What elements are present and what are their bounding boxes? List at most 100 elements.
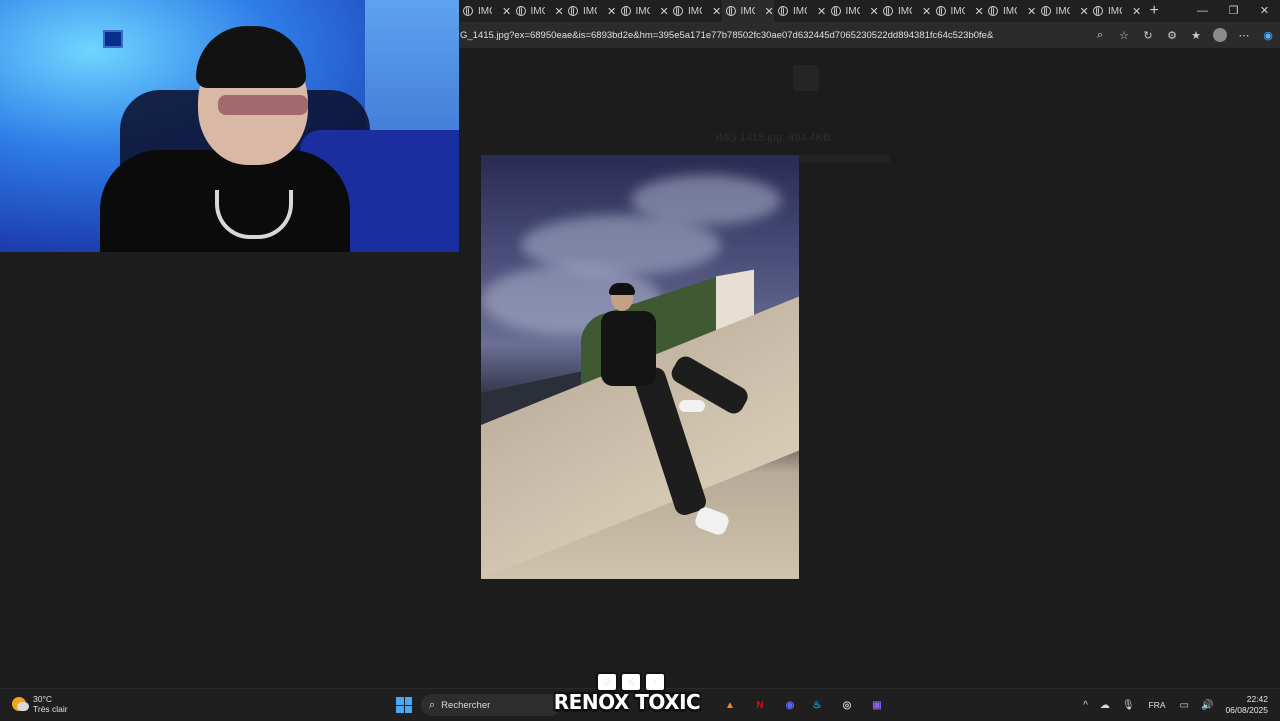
- globe-icon: [1093, 6, 1103, 16]
- app-icon[interactable]: ▣: [868, 696, 886, 714]
- clock[interactable]: 22:42 06/08/2025: [1225, 694, 1268, 716]
- more-menu-icon[interactable]: ⋯: [1232, 29, 1256, 42]
- system-tray: ^ ☁ 🎙 FRA ▭ 🔊 22:42 06/08/2025: [1077, 689, 1280, 721]
- tab-label: IMG: [583, 5, 597, 17]
- close-tab-icon[interactable]: ✕: [1027, 5, 1036, 18]
- browser-tab[interactable]: IMG ✕: [669, 0, 722, 22]
- minimize-button[interactable]: —: [1187, 0, 1218, 22]
- social-badges: ◎ K ♪: [596, 672, 666, 692]
- close-tab-icon[interactable]: ✕: [607, 5, 616, 18]
- browser-tab[interactable]: IMG ✕: [1037, 0, 1090, 22]
- tab-label: IMG: [793, 5, 807, 17]
- weather-widget[interactable]: 30°C Très clair: [12, 694, 68, 714]
- tab-label: IMG: [950, 5, 965, 17]
- close-tab-icon[interactable]: ✕: [1080, 5, 1089, 18]
- image-info: IMG 1415.jpg, 494.4KB: [716, 132, 831, 144]
- close-tab-icon[interactable]: ✕: [765, 5, 774, 18]
- obs-icon[interactable]: ◎: [838, 696, 856, 714]
- zoom-icon[interactable]: ⌕: [1088, 29, 1112, 42]
- tab-label: IMG: [1003, 5, 1017, 17]
- extensions-icon[interactable]: ⚙: [1160, 29, 1184, 42]
- close-tab-icon[interactable]: ✕: [1132, 5, 1141, 18]
- social-badge-icon: ◎: [596, 672, 618, 692]
- globe-icon: [935, 6, 946, 16]
- tab-label: IMG: [1108, 5, 1122, 17]
- webcam-overlay: [0, 0, 459, 252]
- browser-tab[interactable]: IMG ✕: [617, 0, 670, 22]
- taskbar-search[interactable]: ⌕ Rechercher: [421, 694, 561, 716]
- social-badge-icon: K: [620, 672, 642, 692]
- close-tab-icon[interactable]: ✕: [870, 5, 879, 18]
- tab-label: IMG: [478, 5, 492, 17]
- tab-label: IMG: [898, 5, 912, 17]
- search-placeholder: Rechercher: [441, 699, 491, 711]
- browser-tab[interactable]: IMG ✕: [774, 0, 827, 22]
- favorite-star-icon[interactable]: ☆: [1112, 29, 1136, 42]
- globe-icon: [1040, 6, 1051, 16]
- close-tab-icon[interactable]: ✕: [502, 5, 511, 18]
- tab-label: IMG: [1055, 5, 1070, 17]
- close-tab-icon[interactable]: ✕: [975, 5, 984, 18]
- browser-tab[interactable]: IMG ✕: [1089, 0, 1142, 22]
- show-hidden-icons-chevron[interactable]: ^: [1083, 700, 1088, 711]
- social-badge-icon: ♪: [644, 672, 666, 692]
- browser-tab[interactable]: IMG ✕: [932, 0, 985, 22]
- clock-date: 06/08/2025: [1225, 705, 1268, 715]
- url-field[interactable]: G_1415.jpg?ex=68950eae&is=6893bd2e&hm=39…: [460, 30, 1088, 41]
- browser-tab[interactable]: IMG ✕: [827, 0, 880, 22]
- globe-icon: [988, 6, 998, 16]
- globe-icon: [673, 6, 683, 16]
- tab-bar: IMG ✕ IMG ✕ IMG ✕ IMG ✕ IMG ✕ IMG ✕ IMG ✕ IMG ✕ IMG ✕ IMG ✕…: [459, 0, 1280, 22]
- netflix-icon[interactable]: N: [751, 696, 769, 714]
- globe-icon: [830, 6, 841, 16]
- browser-tab[interactable]: IMG ✕: [984, 0, 1037, 22]
- profile-avatar[interactable]: [1213, 28, 1227, 42]
- displayed-photo[interactable]: [481, 155, 799, 579]
- window-controls: — ❐ ✕: [1187, 0, 1280, 22]
- close-tab-icon[interactable]: ✕: [712, 5, 721, 18]
- new-tab-button[interactable]: +: [1150, 2, 1159, 20]
- weather-temp: 30°C: [33, 694, 52, 704]
- display-icon[interactable]: ▭: [1180, 700, 1189, 711]
- favorites-icon[interactable]: ★: [1184, 29, 1208, 42]
- browser-tab[interactable]: IMG ✕: [564, 0, 617, 22]
- close-tab-icon[interactable]: ✕: [555, 5, 564, 18]
- volume-icon[interactable]: 🔊: [1201, 700, 1213, 711]
- vlc-icon[interactable]: ▲: [721, 696, 739, 714]
- globe-icon: [883, 6, 893, 16]
- clock-time: 22:42: [1246, 694, 1268, 704]
- language-indicator[interactable]: FRA: [1149, 700, 1166, 710]
- globe-icon: [568, 6, 578, 16]
- microphone-icon[interactable]: 🎙: [1122, 700, 1135, 711]
- tab-label: IMG: [740, 5, 755, 17]
- browser-tab[interactable]: IMG ✕: [459, 0, 512, 22]
- browser-tab[interactable]: IMG ✕: [512, 0, 565, 22]
- refresh-icon[interactable]: ↻: [1136, 29, 1160, 42]
- close-tab-icon[interactable]: ✕: [660, 5, 669, 18]
- brand-name: RENOX TOXIC: [553, 690, 701, 714]
- tab-label: IMG: [530, 5, 545, 17]
- globe-icon: [725, 6, 736, 16]
- image-icon: [793, 65, 819, 91]
- weather-icon: [12, 697, 29, 711]
- globe-icon: [463, 6, 473, 16]
- close-tab-icon[interactable]: ✕: [817, 5, 826, 18]
- copilot-icon[interactable]: ◉: [1256, 29, 1280, 42]
- steam-icon[interactable]: ♨: [808, 696, 826, 714]
- discord-icon[interactable]: ◉: [781, 696, 799, 714]
- restore-button[interactable]: ❐: [1218, 0, 1249, 22]
- search-icon: ⌕: [429, 698, 436, 711]
- start-button[interactable]: [396, 697, 412, 713]
- network-icon[interactable]: ☁: [1100, 700, 1110, 711]
- globe-icon: [620, 6, 631, 16]
- globe-icon: [778, 6, 788, 16]
- tab-label: IMG: [635, 5, 650, 17]
- browser-tab[interactable]: IMG ✕: [721, 0, 774, 22]
- streamer-brand-overlay: ◎ K ♪ RENOX TOXIC: [552, 672, 702, 718]
- tab-label: IMG: [845, 5, 860, 17]
- close-window-button[interactable]: ✕: [1249, 0, 1280, 22]
- address-bar: G_1415.jpg?ex=68950eae&is=6893bd2e&hm=39…: [459, 22, 1280, 48]
- tab-label: IMG: [688, 5, 702, 17]
- close-tab-icon[interactable]: ✕: [922, 5, 931, 18]
- browser-tab[interactable]: IMG ✕: [879, 0, 932, 22]
